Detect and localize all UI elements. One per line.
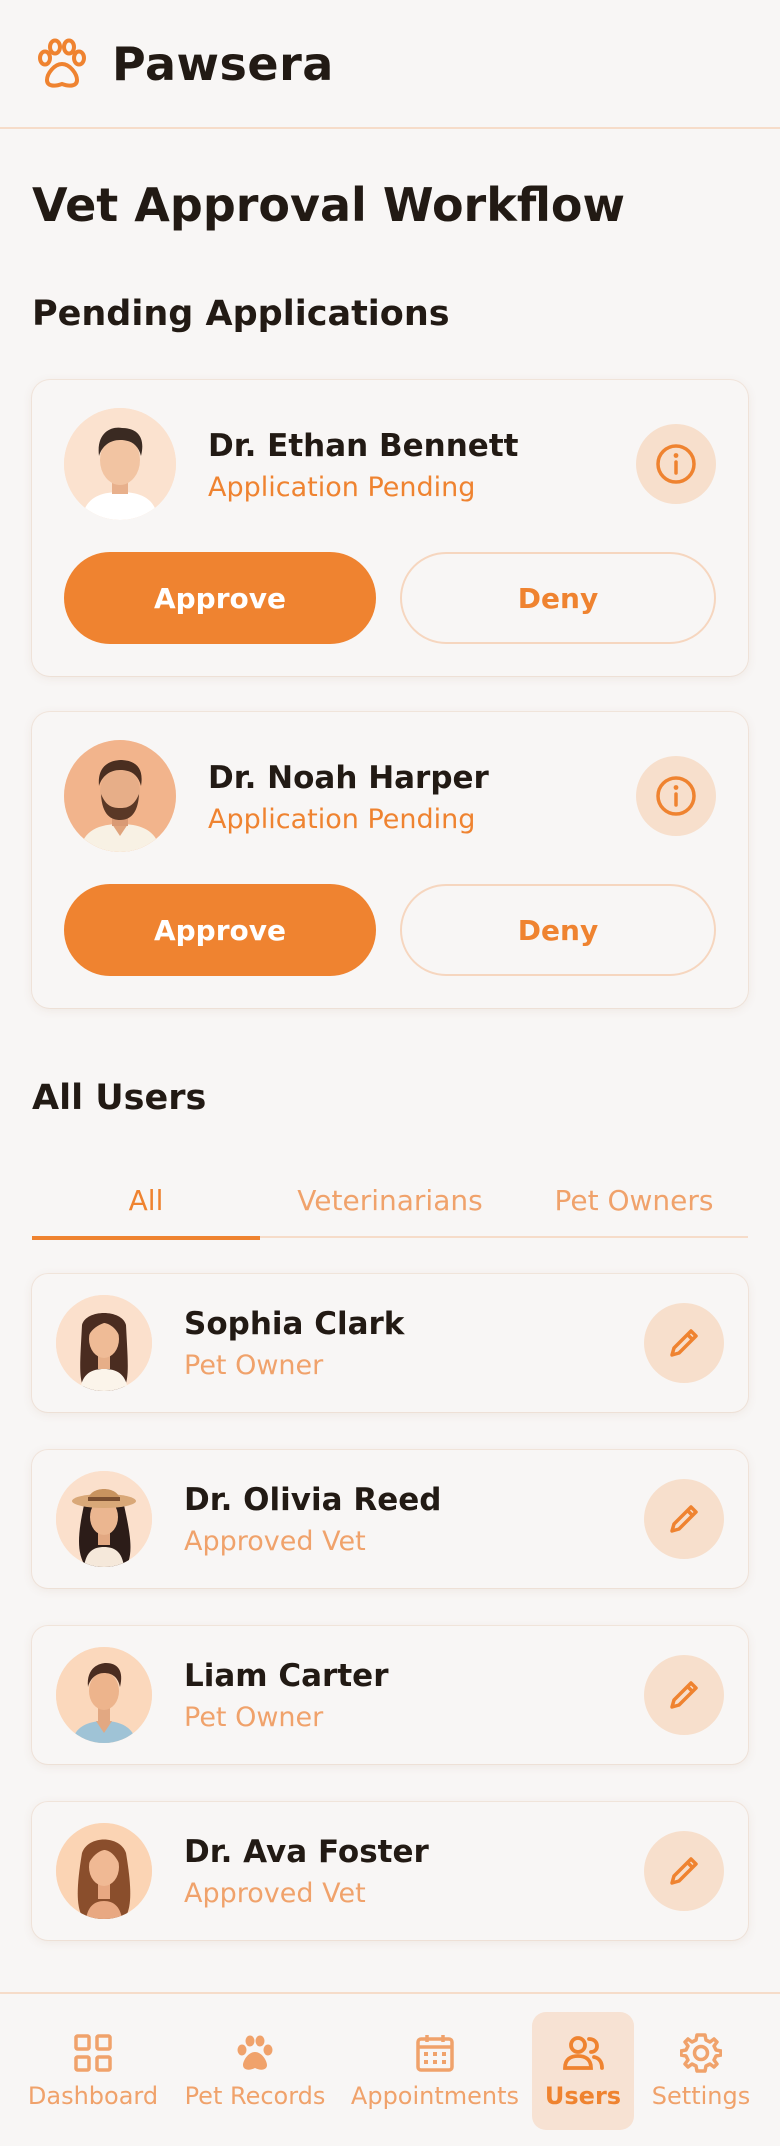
- user-name: Dr. Olivia Reed: [184, 1482, 442, 1518]
- edit-user-button[interactable]: [644, 1303, 724, 1383]
- application-status: Application Pending: [208, 472, 476, 503]
- app-header: Pawsera: [0, 0, 780, 129]
- nav-label: Appointments: [350, 2082, 520, 2110]
- avatar: [64, 408, 176, 520]
- paw-icon: [237, 2035, 273, 2070]
- users-section-title: All Users: [32, 1078, 207, 1118]
- pencil-icon: [670, 1681, 698, 1709]
- user-list-item[interactable]: Sophia Clark Pet Owner: [32, 1274, 748, 1412]
- nav-label: Pet Records: [184, 2082, 326, 2110]
- pencil-icon: [670, 1857, 698, 1885]
- info-button[interactable]: [636, 424, 716, 504]
- avatar: [56, 1471, 152, 1567]
- approve-button[interactable]: Approve: [64, 552, 376, 644]
- nav-appointments[interactable]: Appointments: [350, 2012, 520, 2130]
- edit-user-button[interactable]: [644, 1655, 724, 1735]
- bottom-navigation: Dashboard Pet Records Appointments Users…: [0, 1992, 780, 2146]
- pencil-icon: [670, 1505, 698, 1533]
- avatar: [56, 1295, 152, 1391]
- user-list-item[interactable]: Liam Carter Pet Owner: [32, 1626, 748, 1764]
- applicant-name: Dr. Noah Harper: [208, 760, 489, 796]
- pending-section-title: Pending Applications: [32, 294, 450, 334]
- page-title: Vet Approval Workflow: [32, 178, 626, 232]
- nav-users[interactable]: Users: [532, 2012, 634, 2130]
- paw-icon: [38, 38, 86, 88]
- info-icon: [656, 444, 696, 484]
- tab-pet-owners[interactable]: Pet Owners: [520, 1162, 748, 1238]
- calendar-icon: [416, 2035, 454, 2072]
- users-icon: [563, 2036, 604, 2070]
- grid-icon: [74, 2034, 112, 2072]
- user-role: Approved Vet: [184, 1878, 366, 1909]
- user-name: Dr. Ava Foster: [184, 1834, 429, 1870]
- nav-label: Users: [544, 2082, 622, 2110]
- deny-button[interactable]: Deny: [400, 552, 716, 644]
- user-role: Approved Vet: [184, 1526, 366, 1557]
- pending-application-card: Dr. Noah Harper Application Pending Appr…: [32, 712, 748, 1008]
- info-button[interactable]: [636, 756, 716, 836]
- info-icon: [656, 776, 696, 816]
- pending-application-card: Dr. Ethan Bennett Application Pending Ap…: [32, 380, 748, 676]
- tab-all[interactable]: All: [32, 1162, 260, 1240]
- user-list-item[interactable]: Dr. Olivia Reed Approved Vet: [32, 1450, 748, 1588]
- user-role: Pet Owner: [184, 1350, 324, 1381]
- user-role: Pet Owner: [184, 1702, 324, 1733]
- nav-settings[interactable]: Settings: [646, 2012, 756, 2130]
- pencil-icon: [670, 1329, 698, 1357]
- deny-button[interactable]: Deny: [400, 884, 716, 976]
- nav-label: Dashboard: [27, 2082, 159, 2110]
- gear-icon: [680, 2033, 722, 2073]
- edit-user-button[interactable]: [644, 1479, 724, 1559]
- nav-label: Settings: [651, 2082, 751, 2110]
- approve-button[interactable]: Approve: [64, 884, 376, 976]
- applicant-name: Dr. Ethan Bennett: [208, 428, 519, 464]
- user-list-item[interactable]: Dr. Ava Foster Approved Vet: [32, 1802, 748, 1940]
- nav-dashboard[interactable]: Dashboard: [20, 2012, 166, 2130]
- application-status: Application Pending: [208, 804, 476, 835]
- user-name: Liam Carter: [184, 1658, 389, 1694]
- nav-pet-records[interactable]: Pet Records: [180, 2012, 330, 2130]
- edit-user-button[interactable]: [644, 1831, 724, 1911]
- avatar: [56, 1647, 152, 1743]
- avatar: [56, 1823, 152, 1919]
- tab-veterinarians[interactable]: Veterinarians: [260, 1162, 520, 1238]
- avatar: [64, 740, 176, 852]
- user-filter-tabs: All Veterinarians Pet Owners: [32, 1162, 748, 1240]
- app-name: Pawsera: [112, 36, 334, 91]
- user-name: Sophia Clark: [184, 1306, 405, 1342]
